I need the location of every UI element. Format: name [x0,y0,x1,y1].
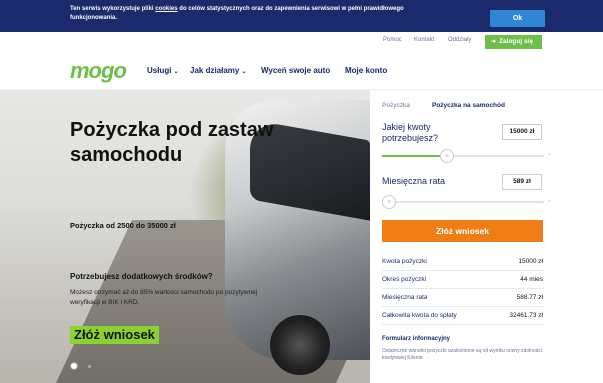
contact-link[interactable]: Kontakt [414,37,434,43]
user-icon: ➔ [491,39,497,45]
mogo-logo[interactable]: mogo [70,58,127,84]
hero-question: Potrzebujesz dodatkowych środków? [70,272,213,281]
hero-title: Pożyczka pod zastaw samochodu [70,119,274,166]
summary-label: Okres pożyczki [382,276,427,283]
chevron-down-icon: ⌄ [241,69,247,75]
disclaimer: Ostateczne warunki pożyczki uzależnione … [382,348,542,361]
amount-slider[interactable]: ‹› [382,149,544,163]
carousel-dot[interactable] [88,365,91,368]
rate-slider-handle[interactable]: ‹› [382,195,396,209]
summary-label: Miesięczna rata [382,294,428,301]
car-wheel [270,315,330,375]
amount-label: Jakiej kwoty potrzebujesz? [382,122,439,143]
summary-row: Miesięczna rata 588.77 zł [382,289,543,307]
cookie-ok-button[interactable]: Ok [490,10,545,27]
summary-value: 15000 zł [518,258,543,265]
nav-item-label: Jak działamy [190,66,240,75]
rate-slider[interactable]: ‹› [382,195,544,209]
rate-input[interactable]: 589 zł [502,174,542,190]
tab-car-loan[interactable]: Pożyczka na samochód [432,102,505,109]
summary-row: Okres pożyczki 44 mies [382,271,543,289]
cookies-link[interactable]: cookies [155,6,177,12]
chevron-down-icon: ⌄ [173,69,179,75]
rate-label: Miesięczna rata [382,176,446,186]
rate-slider-plus-icon[interactable]: + [548,198,551,204]
summary-row: Całkowita kwota do spłaty 32461.73 zł [382,307,543,325]
summary-row: Kwota pożyczki 15000 zł [382,253,543,271]
nav-item-value-car[interactable]: Wyceń swoje auto [261,66,330,75]
nav-item-services[interactable]: Usługi ⌄ [147,66,178,75]
loan-calculator: Pożyczka Pożyczka na samochód Jakiej kwo… [370,90,603,383]
arrows-horizontal-icon: ‹› [387,199,391,205]
hero-loan-range: Pożyczka od 2500 do 35000 zł [70,221,176,230]
login-button[interactable]: ➔ Zaloguj się [485,35,542,49]
login-label: Zaloguj się [499,38,533,45]
branches-link[interactable]: Oddziały [448,37,471,43]
amount-input[interactable]: 15000 zł [502,124,542,140]
help-link[interactable]: Pomoc [383,37,402,43]
summary-label: Całkowita kwota do spłaty [382,312,457,319]
nav-item-how-we-work[interactable]: Jak działamy ⌄ [190,66,246,75]
summary-label: Kwota pożyczki [382,258,427,265]
cookie-text-before: Ten serwis wykorzystuje pliki [70,6,156,12]
hero-apply-button[interactable]: Złóż wniosek [70,326,159,344]
hero-description: Możesz otrzymać aż do 85% wartości samoc… [70,289,258,306]
cookie-bar: Ten serwis wykorzystuje pliki cookies do… [0,0,603,32]
amount-slider-handle[interactable]: ‹› [440,149,454,163]
summary-value: 44 mies [520,276,543,283]
info-form-link[interactable]: Formularz informacyjny [382,336,450,342]
submit-application-button[interactable]: Złóż wniosek [382,220,543,242]
arrows-horizontal-icon: ‹› [445,153,449,159]
amount-slider-fill [382,155,447,157]
cookie-message: Ten serwis wykorzystuje pliki cookies do… [70,5,450,23]
nav-item-label: Usługi [147,66,172,75]
summary-value: 32461.73 zł [509,312,543,319]
amount-slider-plus-icon[interactable]: + [548,152,551,158]
tab-loan[interactable]: Pożyczka [382,102,410,109]
carousel-dot-active[interactable] [70,362,78,370]
nav-item-my-account[interactable]: Moje konto [345,66,387,75]
main-nav: mogo Usługi ⌄ Jak działamy ⌄ Wyceń swoje a… [0,50,603,90]
summary-value: 588.77 zł [516,294,543,301]
